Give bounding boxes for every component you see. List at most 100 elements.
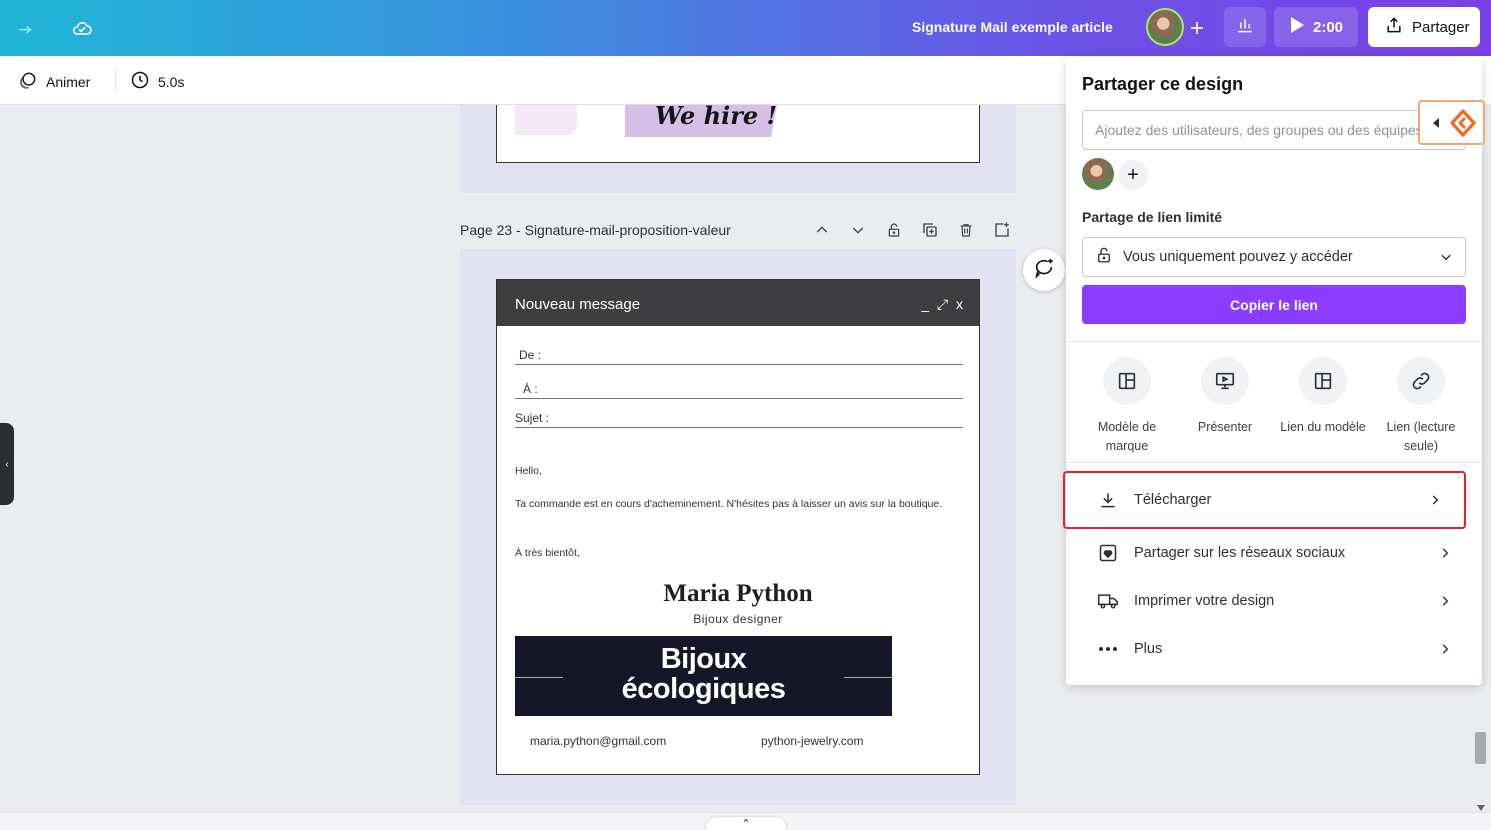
chevron-down-small-icon (1439, 250, 1453, 264)
option-label: Lien du modèle (1280, 420, 1366, 434)
trash-icon[interactable] (956, 220, 976, 240)
panel-divider (1066, 341, 1482, 342)
chevron-left-icon: ‹ (5, 458, 9, 470)
present-icon (1201, 357, 1249, 405)
duration-button[interactable]: 5.0s (130, 70, 184, 93)
option-view-only-link[interactable]: Lien (lecture seule) (1373, 357, 1469, 456)
chevron-right-icon (1428, 492, 1442, 508)
social-heart-icon (1096, 543, 1120, 563)
plus-icon[interactable] (1183, 14, 1211, 42)
extension-logo-icon (1449, 109, 1477, 142)
page-label: Page 23 - Signature-mail-proposition-val… (460, 222, 731, 238)
present-timer-button[interactable]: 2:00 (1274, 7, 1358, 47)
download-icon (1096, 490, 1120, 510)
extension-button[interactable] (1418, 100, 1485, 145)
share-panel: Partager ce design Ajoutez des utilisate… (1063, 57, 1482, 685)
side-panel-toggle[interactable]: ‹ (0, 423, 14, 505)
add-collaborator-button[interactable]: + (1118, 160, 1148, 190)
banner-line1: Bijoux (660, 643, 747, 675)
lock-icon[interactable] (884, 220, 904, 240)
cloud-save-icon[interactable] (68, 14, 96, 42)
add-comment-button[interactable] (1023, 249, 1065, 291)
message-title: Nouveau message (515, 296, 641, 313)
upload-icon (1384, 15, 1404, 39)
page-panel-toggle[interactable]: ⌃ (706, 817, 786, 830)
scroll-down-arrow[interactable] (1477, 798, 1485, 811)
link-sharing-label: Partage de lien limité (1082, 209, 1223, 225)
more-row[interactable]: Plus (1082, 625, 1466, 673)
option-template-link[interactable]: Lien du modèle (1275, 357, 1371, 437)
chevron-up-icon[interactable] (812, 220, 832, 240)
add-page-icon[interactable] (992, 220, 1012, 240)
clock-icon (130, 70, 150, 93)
signature-role: Bijoux designer (693, 612, 783, 626)
signature-website: python-jewelry.com (761, 734, 864, 748)
duration-label: 5.0s (158, 73, 185, 90)
top-bar: Signature Mail exemple article 2:00 Part… (0, 0, 1491, 56)
social-share-label: Partager sur les réseaux sociaux (1134, 545, 1346, 561)
panel-divider (1066, 462, 1482, 463)
collaborator-avatar[interactable] (1082, 158, 1114, 190)
option-brand-template[interactable]: Modèle de marque (1079, 357, 1175, 456)
banner-line2: écologiques (621, 673, 786, 705)
signature-name: Maria Python (663, 580, 813, 607)
option-label: Modèle de marque (1097, 420, 1157, 453)
access-level-select[interactable]: Vous uniquement pouvez y accéder (1082, 237, 1466, 277)
chevron-up-small-icon: ⌃ (741, 818, 751, 830)
share-button[interactable]: Partager (1368, 7, 1480, 47)
option-label: Présenter (1197, 420, 1253, 434)
animate-icon (18, 70, 38, 93)
insights-button[interactable] (1224, 7, 1266, 47)
chevron-right-icon (1438, 545, 1452, 561)
to-field: À : (515, 382, 963, 399)
we-hire-text: We hire ! (655, 101, 777, 130)
template-link-icon (1299, 357, 1347, 405)
download-row[interactable]: Télécharger (1063, 471, 1466, 529)
signature-banner: Bijoux écologiques (515, 636, 892, 716)
previous-page-card[interactable]: We hire ! (496, 101, 980, 163)
access-level-value: Vous uniquement pouvez y accéder (1123, 249, 1353, 265)
decor-shape (515, 105, 577, 135)
add-people-input[interactable]: Ajoutez des utilisateurs, des groupes ou… (1082, 110, 1466, 150)
animate-button[interactable]: Animer (18, 70, 90, 93)
subject-field: Sujet : (515, 411, 963, 428)
lock-small-icon (1095, 245, 1113, 269)
closing-text: À très bientôt, (515, 547, 580, 559)
print-row[interactable]: Imprimer votre design (1082, 577, 1466, 625)
banner-line-right (844, 677, 892, 678)
share-label: Partager (1412, 18, 1470, 36)
template-icon (1103, 357, 1151, 405)
duplicate-icon[interactable] (920, 220, 940, 240)
truck-icon (1096, 591, 1120, 611)
chevron-down-icon[interactable] (848, 220, 868, 240)
greeting-text: Hello, (515, 465, 542, 477)
social-share-row[interactable]: Partager sur les réseaux sociaux (1082, 529, 1466, 577)
insights-icon (1235, 15, 1255, 39)
banner-line-left (515, 677, 563, 678)
signature-email: maria.python@gmail.com (530, 734, 667, 748)
toolbar-divider (115, 68, 116, 92)
option-present[interactable]: Présenter (1177, 357, 1273, 437)
redo-icon[interactable] (12, 14, 40, 42)
email-mockup-card[interactable]: Nouveau message _ ⤢ x De : À : Sujet : H… (496, 279, 980, 775)
download-label: Télécharger (1134, 492, 1212, 508)
comment-add-icon (1033, 257, 1055, 284)
scrollbar-thumb[interactable] (1475, 732, 1486, 764)
more-dots-icon (1096, 646, 1120, 652)
link-icon (1397, 357, 1445, 405)
print-label: Imprimer votre design (1134, 593, 1275, 609)
from-field: De : (515, 348, 963, 365)
chevron-right-icon (1438, 593, 1452, 609)
option-label: Lien (lecture seule) (1386, 420, 1456, 453)
user-avatar[interactable] (1146, 8, 1184, 46)
timer-label: 2:00 (1312, 18, 1344, 36)
animate-label: Animer (46, 73, 91, 90)
chevron-right-icon (1438, 641, 1452, 657)
document-title[interactable]: Signature Mail exemple article (912, 19, 1113, 35)
body-text: Ta commande est en cours d'acheminement.… (515, 498, 943, 510)
message-window-controls: _ ⤢ x (921, 296, 965, 312)
play-icon (1289, 16, 1305, 38)
caret-left-icon (1432, 116, 1440, 134)
copy-link-button[interactable]: Copier le lien (1082, 285, 1466, 324)
message-header: Nouveau message _ ⤢ x (497, 280, 979, 326)
